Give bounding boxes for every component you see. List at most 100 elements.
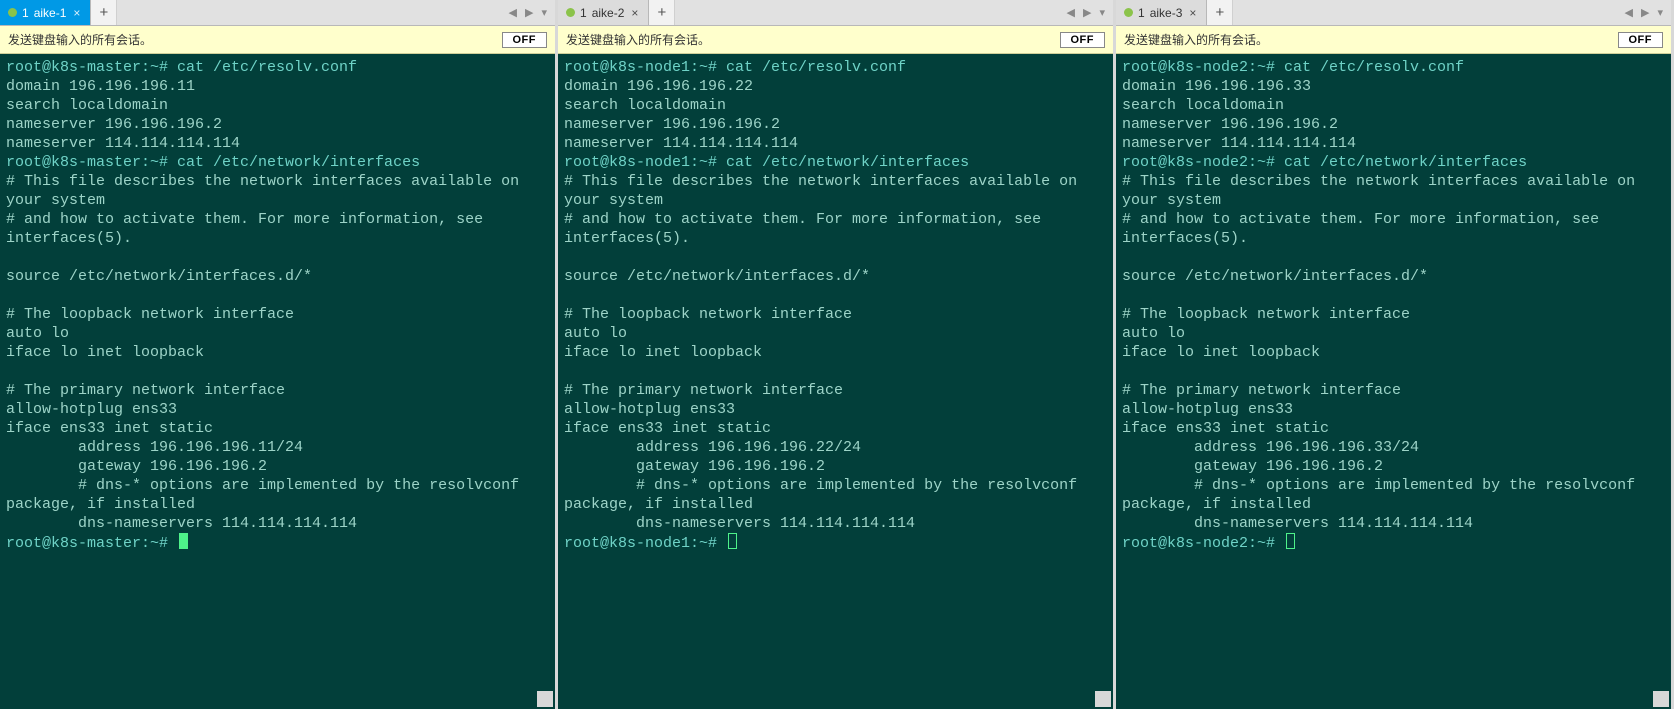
terminal-output[interactable]: root@k8s-master:~# cat /etc/resolv.conf … <box>0 54 555 709</box>
tab-nav: ◀ ▶ ▾ <box>1617 0 1671 25</box>
output-line: gateway 196.196.196.2 <box>6 458 267 475</box>
prompt-line: root@k8s-node1:~# cat /etc/resolv.conf <box>564 59 906 76</box>
output-line: dns-nameservers 114.114.114.114 <box>564 515 915 532</box>
output-line: domain 196.196.196.11 <box>6 78 195 95</box>
tab-aike-3[interactable]: 1 aike-3 × <box>1116 0 1207 25</box>
output-line: # The loopback network interface <box>1122 306 1410 323</box>
output-line: iface ens33 inet static <box>6 420 213 437</box>
output-line: # The primary network interface <box>1122 382 1401 399</box>
tab-label: aike-1 <box>34 6 67 20</box>
tab-next-icon[interactable]: ▶ <box>1080 6 1094 19</box>
terminal-output[interactable]: root@k8s-node1:~# cat /etc/resolv.conf d… <box>558 54 1113 709</box>
prompt-line: root@k8s-master:~# cat /etc/resolv.conf <box>6 59 357 76</box>
prompt-line: root@k8s-node2:~# cat /etc/network/inter… <box>1122 154 1527 171</box>
tab-bar: 1 aike-1 × + ◀ ▶ ▾ <box>0 0 555 26</box>
tab-nav: ◀ ▶ ▾ <box>501 0 555 25</box>
output-line: domain 196.196.196.22 <box>564 78 753 95</box>
output-line: nameserver 196.196.196.2 <box>6 116 222 133</box>
output-line: # and how to activate them. For more inf… <box>1122 211 1608 247</box>
output-line: # The loopback network interface <box>564 306 852 323</box>
tab-index: 1 <box>580 6 587 20</box>
output-line: source /etc/network/interfaces.d/* <box>564 268 870 285</box>
broadcast-off-button[interactable]: OFF <box>1060 32 1106 48</box>
tab-next-icon[interactable]: ▶ <box>1638 6 1652 19</box>
output-line: # and how to activate them. For more inf… <box>564 211 1050 247</box>
output-line: auto lo <box>1122 325 1185 342</box>
output-line: dns-nameservers 114.114.114.114 <box>6 515 357 532</box>
output-line: domain 196.196.196.33 <box>1122 78 1311 95</box>
output-line: # The primary network interface <box>6 382 285 399</box>
output-line: # dns-* options are implemented by the r… <box>1122 477 1644 513</box>
output-line: nameserver 114.114.114.114 <box>1122 135 1356 152</box>
tab-label: aike-2 <box>592 6 625 20</box>
add-tab-button[interactable]: + <box>91 0 117 25</box>
cursor-icon <box>179 533 188 549</box>
tab-prev-icon[interactable]: ◀ <box>506 6 520 19</box>
close-icon[interactable]: × <box>629 7 640 19</box>
output-line: nameserver 114.114.114.114 <box>6 135 240 152</box>
output-line: # This file describes the network interf… <box>564 173 1086 209</box>
prompt-line: root@k8s-node1:~# <box>564 535 726 552</box>
output-line: iface lo inet loopback <box>6 344 204 361</box>
status-dot-icon <box>1124 8 1133 17</box>
tab-menu-icon[interactable]: ▾ <box>1096 6 1108 19</box>
broadcast-off-button[interactable]: OFF <box>1618 32 1664 48</box>
broadcast-notice-bar: 发送键盘输入的所有会话。 OFF <box>1116 26 1671 54</box>
add-tab-button[interactable]: + <box>1207 0 1233 25</box>
scroll-corner[interactable] <box>537 691 553 707</box>
output-line: dns-nameservers 114.114.114.114 <box>1122 515 1473 532</box>
tab-bar: 1 aike-3 × + ◀ ▶ ▾ <box>1116 0 1671 26</box>
tab-menu-icon[interactable]: ▾ <box>1654 6 1666 19</box>
broadcast-notice-bar: 发送键盘输入的所有会话。 OFF <box>0 26 555 54</box>
tab-nav: ◀ ▶ ▾ <box>1059 0 1113 25</box>
output-line: # and how to activate them. For more inf… <box>6 211 492 247</box>
output-line: search localdomain <box>1122 97 1284 114</box>
terminal-output[interactable]: root@k8s-node2:~# cat /etc/resolv.conf d… <box>1116 54 1671 709</box>
tab-next-icon[interactable]: ▶ <box>522 6 536 19</box>
cursor-icon <box>728 533 737 549</box>
output-line: # This file describes the network interf… <box>1122 173 1644 209</box>
add-tab-button[interactable]: + <box>649 0 675 25</box>
tab-aike-1[interactable]: 1 aike-1 × <box>0 0 91 25</box>
output-line: address 196.196.196.11/24 <box>6 439 303 456</box>
output-line: allow-hotplug ens33 <box>1122 401 1293 418</box>
prompt-line: root@k8s-node1:~# cat /etc/network/inter… <box>564 154 969 171</box>
output-line: # dns-* options are implemented by the r… <box>564 477 1086 513</box>
notice-text: 发送键盘输入的所有会话。 <box>566 31 710 48</box>
broadcast-off-button[interactable]: OFF <box>502 32 548 48</box>
prompt-line: root@k8s-node2:~# cat /etc/resolv.conf <box>1122 59 1464 76</box>
output-line: search localdomain <box>564 97 726 114</box>
tab-bar: 1 aike-2 × + ◀ ▶ ▾ <box>558 0 1113 26</box>
output-line: nameserver 196.196.196.2 <box>564 116 780 133</box>
status-dot-icon <box>8 8 17 17</box>
output-line: search localdomain <box>6 97 168 114</box>
scroll-corner[interactable] <box>1653 691 1669 707</box>
output-line: allow-hotplug ens33 <box>564 401 735 418</box>
output-line: address 196.196.196.33/24 <box>1122 439 1419 456</box>
tab-index: 1 <box>1138 6 1145 20</box>
terminal-pane-1: 1 aike-1 × + ◀ ▶ ▾ 发送键盘输入的所有会话。 OFF root… <box>0 0 558 709</box>
tab-prev-icon[interactable]: ◀ <box>1064 6 1078 19</box>
output-line: iface lo inet loopback <box>564 344 762 361</box>
output-line: source /etc/network/interfaces.d/* <box>6 268 312 285</box>
close-icon[interactable]: × <box>71 7 82 19</box>
output-line: nameserver 196.196.196.2 <box>1122 116 1338 133</box>
tab-prev-icon[interactable]: ◀ <box>1622 6 1636 19</box>
terminal-pane-3: 1 aike-3 × + ◀ ▶ ▾ 发送键盘输入的所有会话。 OFF root… <box>1116 0 1674 709</box>
output-line: # dns-* options are implemented by the r… <box>6 477 528 513</box>
tab-menu-icon[interactable]: ▾ <box>538 6 550 19</box>
output-line: source /etc/network/interfaces.d/* <box>1122 268 1428 285</box>
close-icon[interactable]: × <box>1187 7 1198 19</box>
tab-aike-2[interactable]: 1 aike-2 × <box>558 0 649 25</box>
output-line: address 196.196.196.22/24 <box>564 439 861 456</box>
prompt-line: root@k8s-master:~# cat /etc/network/inte… <box>6 154 420 171</box>
output-line: # This file describes the network interf… <box>6 173 528 209</box>
scroll-corner[interactable] <box>1095 691 1111 707</box>
status-dot-icon <box>566 8 575 17</box>
output-line: allow-hotplug ens33 <box>6 401 177 418</box>
output-line: # The primary network interface <box>564 382 843 399</box>
terminal-pane-2: 1 aike-2 × + ◀ ▶ ▾ 发送键盘输入的所有会话。 OFF root… <box>558 0 1116 709</box>
output-line: iface ens33 inet static <box>564 420 771 437</box>
prompt-line: root@k8s-master:~# <box>6 535 177 552</box>
tab-index: 1 <box>22 6 29 20</box>
